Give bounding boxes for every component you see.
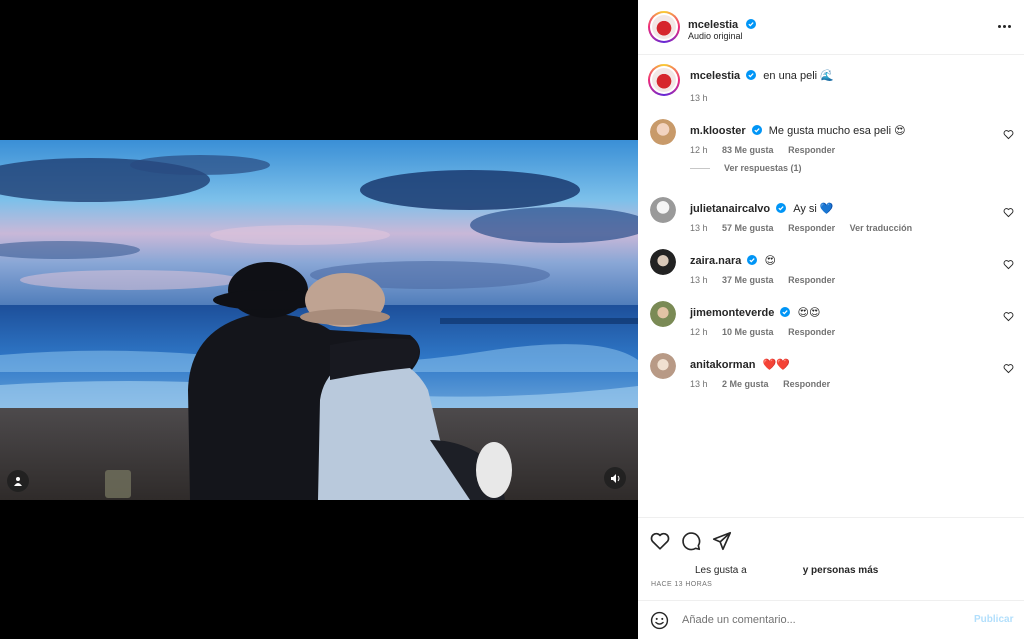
- comment-avatar[interactable]: [650, 119, 676, 145]
- comment-username[interactable]: jimemonteverde: [690, 307, 774, 319]
- comment-likes[interactable]: 83 Me gusta: [722, 145, 774, 155]
- caption-time: 13 h: [690, 93, 708, 103]
- comment-item: julietanaircalvo Ay si 💙 13 h 57 Me gust…: [638, 193, 1024, 238]
- comment-meta: 13 h 57 Me gusta Responder Ver traducció…: [690, 223, 924, 233]
- comment-line: m.klooster Me gusta mucho esa peli 😍: [690, 124, 906, 137]
- heart-icon[interactable]: [1003, 311, 1014, 322]
- add-comment-bar: Publicar: [638, 600, 1024, 639]
- likes-suffix: y personas más: [802, 565, 879, 576]
- caption-text: en una peli 🌊: [763, 70, 834, 82]
- comment-text: 😍: [764, 255, 776, 267]
- comment-text: ❤️❤️: [762, 359, 790, 371]
- likes-summary[interactable]: Les gusta a y personas más: [695, 565, 878, 576]
- comment-item: anitakorman ❤️❤️ 13 h 2 Me gusta Respond…: [638, 349, 1024, 394]
- reply-button[interactable]: Responder: [783, 379, 830, 389]
- replies-divider: [690, 167, 710, 169]
- heart-icon[interactable]: [1003, 259, 1014, 270]
- reply-button[interactable]: Responder: [788, 327, 835, 337]
- comments-section: mcelestia en una peli 🌊 13 h m.klooster …: [638, 55, 1024, 517]
- comment-likes[interactable]: 10 Me gusta: [722, 327, 774, 337]
- comment-avatar[interactable]: [650, 249, 676, 275]
- post-timestamp[interactable]: HACE 13 HORAS: [651, 581, 712, 588]
- comment-avatar[interactable]: [650, 197, 676, 223]
- comment-icon[interactable]: [680, 530, 702, 552]
- comment-username[interactable]: anitakorman: [690, 359, 755, 371]
- verified-badge-icon: [776, 203, 787, 213]
- emoji-icon[interactable]: [650, 611, 669, 630]
- heart-icon[interactable]: [1003, 207, 1014, 218]
- comment-time: 12 h: [690, 145, 708, 155]
- comment-likes[interactable]: 37 Me gusta: [722, 275, 774, 285]
- comment-meta: 13 h 2 Me gusta Responder: [690, 379, 842, 389]
- comment-text: Ay si 💙: [793, 203, 834, 215]
- comment-username[interactable]: m.klooster: [690, 125, 746, 137]
- comment-line: jimemonteverde 😍😍: [690, 306, 820, 319]
- heart-icon[interactable]: [649, 530, 671, 552]
- user-tag-icon[interactable]: [7, 470, 29, 492]
- comment-time: 13 h: [690, 379, 708, 389]
- more-options-icon[interactable]: [994, 18, 1014, 34]
- media-viewer: [0, 0, 638, 639]
- post-actions: Les gusta a y personas más HACE 13 HORAS: [638, 517, 1024, 599]
- post-header: mcelestia Audio original: [638, 0, 1024, 55]
- comment-likes[interactable]: 57 Me gusta: [722, 223, 774, 233]
- comment-meta: 12 h 83 Me gusta Responder: [690, 145, 847, 155]
- sound-icon[interactable]: [604, 467, 626, 489]
- heart-icon[interactable]: [1003, 363, 1014, 374]
- comment-item: jimemonteverde 😍😍 12 h 10 Me gusta Respo…: [638, 297, 1024, 342]
- caption-meta: 13 h: [690, 93, 720, 103]
- translate-button[interactable]: Ver traducción: [850, 223, 913, 233]
- verified-badge-icon: [747, 255, 758, 265]
- comment-text: Me gusta mucho esa peli 😍: [768, 125, 906, 137]
- audio-label[interactable]: Audio original: [688, 31, 743, 41]
- reply-button[interactable]: Responder: [788, 275, 835, 285]
- verified-badge-icon: [780, 307, 791, 317]
- comment-username[interactable]: julietanaircalvo: [690, 203, 770, 215]
- publish-button[interactable]: Publicar: [974, 614, 1013, 625]
- view-replies-button[interactable]: Ver respuestas (1): [690, 163, 802, 173]
- comment-meta: 13 h 37 Me gusta Responder: [690, 275, 847, 285]
- likes-prefix: Les gusta a: [695, 565, 747, 576]
- comment-line: julietanaircalvo Ay si 💙: [690, 202, 834, 215]
- share-icon[interactable]: [711, 530, 733, 552]
- comment-avatar[interactable]: [650, 301, 676, 327]
- view-replies-label: Ver respuestas (1): [724, 163, 802, 173]
- caption-username[interactable]: mcelestia: [690, 70, 740, 82]
- caption: mcelestia en una peli 🌊 13 h: [638, 64, 1024, 109]
- comment-text: 😍😍: [797, 307, 821, 319]
- comment-username[interactable]: zaira.nara: [690, 255, 741, 267]
- post-panel: mcelestia Audio original mcelestia en un…: [638, 0, 1024, 639]
- comment-time: 13 h: [690, 275, 708, 285]
- comment-item: zaira.nara 😍 13 h 37 Me gusta Responder: [638, 245, 1024, 290]
- post-video[interactable]: [0, 140, 638, 500]
- comment-avatar[interactable]: [650, 353, 676, 379]
- comment-item: m.klooster Me gusta mucho esa peli 😍 12 …: [638, 115, 1024, 185]
- author-avatar[interactable]: [648, 11, 680, 43]
- comment-input[interactable]: [682, 610, 962, 630]
- reply-button[interactable]: Responder: [788, 223, 835, 233]
- caption-avatar[interactable]: [648, 64, 680, 96]
- heart-icon[interactable]: [1003, 129, 1014, 140]
- comment-line: anitakorman ❤️❤️: [690, 358, 790, 371]
- comment-meta: 12 h 10 Me gusta Responder: [690, 327, 847, 337]
- comment-line: zaira.nara 😍: [690, 254, 776, 267]
- comment-time: 12 h: [690, 327, 708, 337]
- author-username[interactable]: mcelestia: [688, 19, 738, 31]
- verified-badge-icon: [745, 19, 756, 29]
- verified-badge-icon: [751, 125, 762, 135]
- reply-button[interactable]: Responder: [788, 145, 835, 155]
- comment-likes[interactable]: 2 Me gusta: [722, 379, 769, 389]
- caption-line: mcelestia en una peli 🌊: [690, 69, 834, 82]
- comment-time: 13 h: [690, 223, 708, 233]
- verified-badge-icon: [746, 70, 757, 80]
